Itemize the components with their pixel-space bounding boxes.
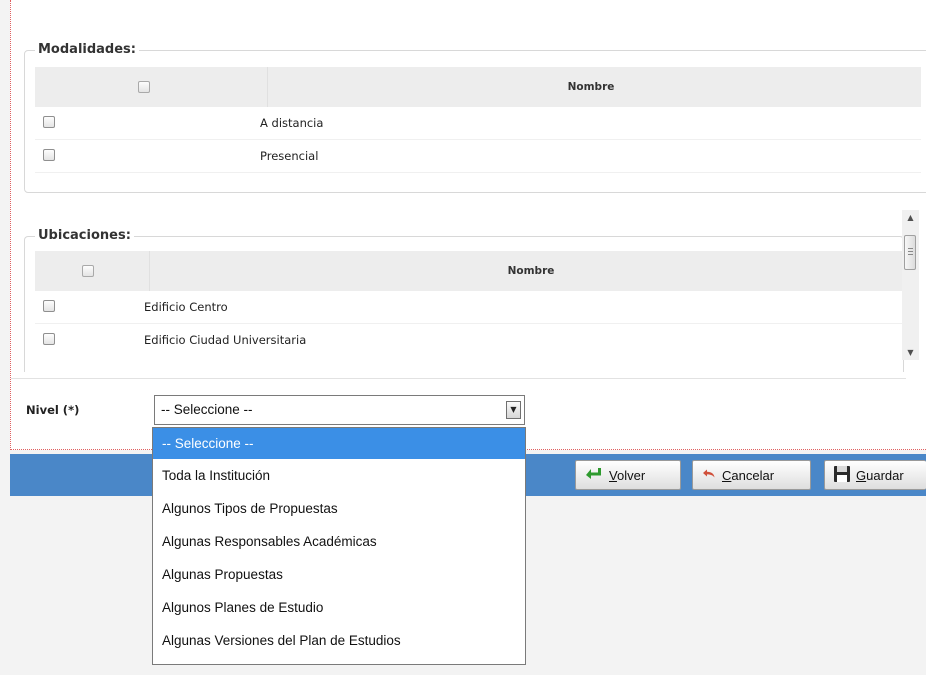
ubicaciones-select-all-checkbox[interactable] xyxy=(82,265,94,277)
table-row: Presencial xyxy=(35,140,921,173)
ubicacion-checkbox[interactable] xyxy=(43,333,55,345)
volver-button[interactable]: Volver xyxy=(575,460,681,490)
nivel-label: Nivel (*) xyxy=(26,403,80,417)
modalidades-group: Modalidades: Nombre A distancia Presenci… xyxy=(24,42,926,193)
divider xyxy=(11,378,906,379)
ubicaciones-legend: Ubicaciones: xyxy=(35,228,134,243)
nivel-select[interactable]: -- Seleccione -- ▼ xyxy=(154,395,525,425)
scroll-down-icon[interactable]: ▼ xyxy=(902,345,919,360)
table-row: A distancia xyxy=(35,107,921,140)
modalidades-grid: Nombre A distancia Presencial xyxy=(35,67,921,173)
undo-arrow-icon xyxy=(701,467,717,483)
nivel-option[interactable]: -- Seleccione -- xyxy=(153,428,525,459)
table-row: Edificio Centro xyxy=(35,291,903,324)
nivel-option[interactable]: Algunos Planes de Estudio xyxy=(153,591,525,624)
nivel-option[interactable]: Algunas Responsables Académicas xyxy=(153,525,525,558)
modalidades-legend: Modalidades: xyxy=(35,42,139,57)
save-icon xyxy=(833,465,851,485)
cancelar-label: Cancelar xyxy=(722,467,775,483)
back-arrow-icon xyxy=(584,466,604,484)
modalidades-header-nombre: Nombre xyxy=(567,81,615,93)
modalidad-checkbox[interactable] xyxy=(43,116,55,128)
ubicaciones-grid: Nombre Edificio Centro Edificio Ciudad U… xyxy=(35,251,903,356)
ubicaciones-grid-header: Nombre xyxy=(35,251,903,291)
ubicacion-name: Edificio Ciudad Universitaria xyxy=(144,333,307,347)
guardar-button[interactable]: Guardar xyxy=(824,460,926,490)
nivel-options-list[interactable]: -- Seleccione -- Toda la Institución Alg… xyxy=(152,427,526,665)
scrollbar-thumb[interactable] xyxy=(904,235,916,270)
scroll-up-icon[interactable]: ▲ xyxy=(902,210,919,225)
guardar-label: Guardar xyxy=(856,467,904,483)
nivel-option[interactable]: Algunas Propuestas xyxy=(153,558,525,591)
ubicaciones-header-nombre: Nombre xyxy=(507,265,555,277)
form-panel: Modalidades: Nombre A distancia Presenci… xyxy=(10,0,926,450)
volver-label: Volver xyxy=(609,467,646,483)
cancelar-button[interactable]: Cancelar xyxy=(692,460,811,490)
ubicacion-checkbox[interactable] xyxy=(43,300,55,312)
modalidad-name: A distancia xyxy=(260,116,324,130)
nivel-option[interactable]: Algunos Tipos de Propuestas xyxy=(153,492,525,525)
modalidad-name: Presencial xyxy=(260,149,319,163)
modalidades-grid-header: Nombre xyxy=(35,67,921,107)
chevron-down-icon[interactable]: ▼ xyxy=(506,401,521,419)
vertical-scrollbar[interactable]: ▲ ▼ xyxy=(902,210,919,360)
nivel-selected-value: -- Seleccione -- xyxy=(161,402,253,417)
ubicaciones-group: Ubicaciones: Nombre Edificio Centro Edif… xyxy=(24,228,904,372)
table-row: Edificio Ciudad Universitaria xyxy=(35,324,903,356)
nivel-option[interactable]: Toda la Institución xyxy=(153,459,525,492)
ubicacion-name: Edificio Centro xyxy=(144,300,228,314)
modalidades-select-all-checkbox[interactable] xyxy=(138,81,150,93)
nivel-option[interactable]: Algunas Versiones del Plan de Estudios xyxy=(153,624,525,657)
modalidad-checkbox[interactable] xyxy=(43,149,55,161)
